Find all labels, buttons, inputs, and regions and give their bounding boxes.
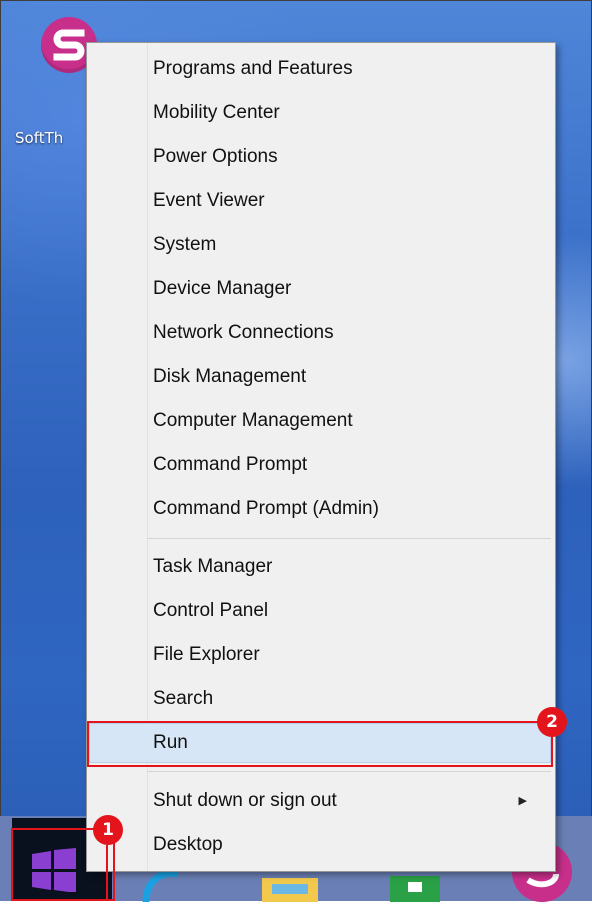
menu-item-network-connections[interactable]: Network Connections xyxy=(89,313,551,353)
menu-item-search[interactable]: Search xyxy=(89,679,551,719)
desktop-shortcut-label: SoftTh xyxy=(15,129,64,147)
annotation-line xyxy=(106,845,108,901)
menu-separator xyxy=(147,538,551,539)
menu-separator xyxy=(147,771,551,772)
menu-item-shut-down-or-sign-out[interactable]: Shut down or sign out ▶ xyxy=(89,781,551,821)
menu-item-command-prompt[interactable]: Command Prompt xyxy=(89,445,551,485)
menu-item-desktop[interactable]: Desktop xyxy=(89,825,551,865)
menu-item-command-prompt-admin[interactable]: Command Prompt (Admin) xyxy=(89,489,551,529)
menu-item-power-options[interactable]: Power Options xyxy=(89,137,551,177)
menu-item-system[interactable]: System xyxy=(89,225,551,265)
submenu-arrow-icon: ▶ xyxy=(518,795,527,807)
annotation-box-run xyxy=(87,721,553,767)
menu-item-file-explorer[interactable]: File Explorer xyxy=(89,635,551,675)
menu-item-programs-and-features[interactable]: Programs and Features xyxy=(89,49,551,89)
menu-item-computer-management[interactable]: Computer Management xyxy=(89,401,551,441)
menu-item-mobility-center[interactable]: Mobility Center xyxy=(89,93,551,133)
menu-item-event-viewer[interactable]: Event Viewer xyxy=(89,181,551,221)
menu-item-disk-management[interactable]: Disk Management xyxy=(89,357,551,397)
annotation-badge-1: 1 xyxy=(93,815,123,845)
menu-item-device-manager[interactable]: Device Manager xyxy=(89,269,551,309)
file-explorer-icon[interactable] xyxy=(262,874,318,902)
annotation-badge-2: 2 xyxy=(537,707,567,737)
menu-item-task-manager[interactable]: Task Manager xyxy=(89,547,551,587)
store-icon[interactable] xyxy=(390,874,440,902)
menu-item-control-panel[interactable]: Control Panel xyxy=(89,591,551,631)
menu-item-shutdown-label: Shut down or sign out xyxy=(153,790,337,811)
